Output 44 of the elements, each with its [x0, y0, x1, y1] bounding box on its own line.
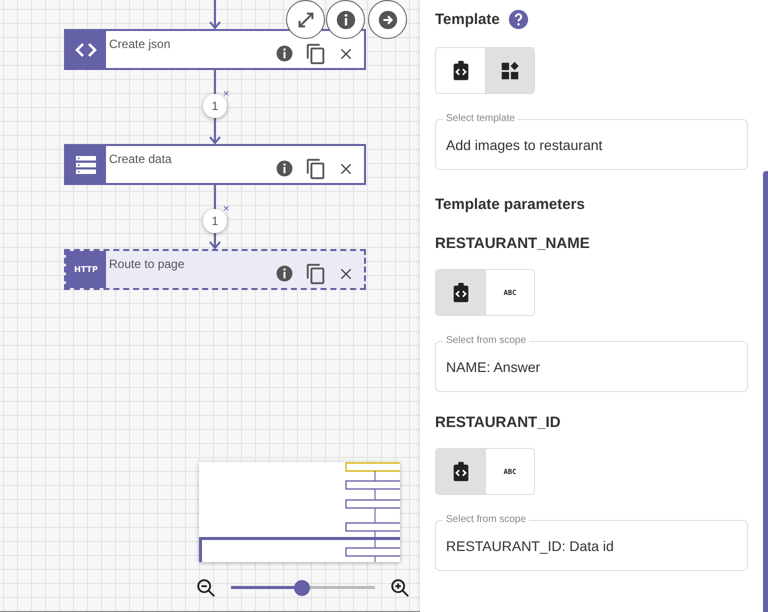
zoom-slider[interactable] — [231, 580, 375, 596]
node-title: Create data — [109, 152, 172, 166]
template-select[interactable]: Select template Add images to restaurant — [435, 112, 748, 170]
arrow-right-button[interactable] — [368, 0, 407, 39]
arrow-right-icon — [376, 8, 398, 30]
widgets-icon — [499, 60, 521, 82]
field-label: Select template — [445, 112, 516, 126]
http-label: HTTP — [74, 265, 98, 274]
zoom-out-icon[interactable] — [195, 577, 217, 599]
help-icon[interactable] — [508, 8, 529, 30]
scope-select[interactable]: Select from scope RESTAURANT_ID: Data id — [435, 513, 748, 571]
flow-node[interactable]: HTTP Route to page — [64, 249, 366, 290]
copy-icon[interactable] — [305, 262, 327, 284]
parameter-name: RESTAURANT_NAME — [435, 235, 590, 252]
info-button[interactable] — [326, 0, 365, 39]
field-label: Select from scope — [445, 513, 528, 527]
field-value: RESTAURANT_ID: Data id — [446, 538, 615, 554]
flow-node[interactable]: Create json — [64, 29, 366, 70]
zoom-in-icon[interactable] — [389, 577, 411, 599]
info-icon — [334, 8, 356, 30]
info-icon[interactable] — [275, 264, 294, 283]
parameter-name: RESTAURANT_ID — [435, 414, 561, 431]
template-toggle-button[interactable] — [436, 449, 485, 494]
node-title: Create json — [109, 37, 170, 51]
copy-icon[interactable] — [305, 158, 327, 180]
info-icon[interactable] — [275, 44, 294, 63]
field-value: NAME: Answer — [446, 359, 542, 375]
template-toggle-button[interactable] — [436, 270, 485, 315]
flow-node[interactable]: Create data — [64, 144, 366, 185]
edge-label[interactable]: 1 — [203, 209, 227, 233]
info-icon[interactable] — [275, 159, 294, 178]
node-title: Route to page — [109, 257, 184, 271]
slider-thumb[interactable] — [294, 580, 310, 596]
connector-arrow — [209, 0, 221, 30]
field-value: Add images to restaurant — [446, 137, 604, 153]
field-label: Select from scope — [445, 334, 528, 348]
scrollbar[interactable] — [763, 171, 768, 612]
section-title: Template parameters — [435, 196, 585, 213]
section-title: Template — [435, 10, 500, 28]
copy-icon[interactable] — [305, 42, 327, 64]
edge-label[interactable]: 1 — [203, 94, 227, 118]
template-toggle-button[interactable] — [485, 48, 534, 93]
expand-button[interactable] — [286, 0, 325, 39]
scope-select[interactable]: Select from scope NAME: Answer — [435, 334, 748, 392]
